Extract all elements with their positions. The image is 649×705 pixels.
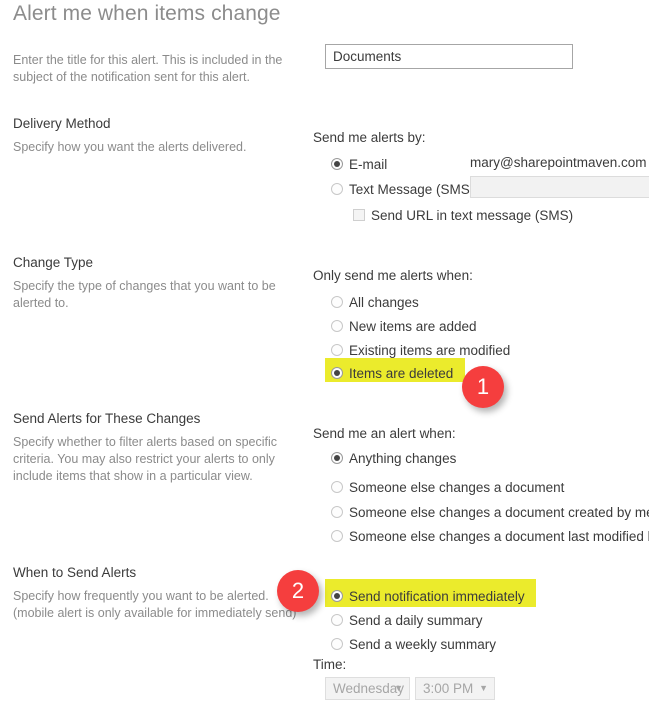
send-alerts-description: Specify whether to filter alerts based o… — [13, 435, 278, 483]
radio-someone-changes-document[interactable] — [331, 481, 343, 493]
radio-email[interactable] — [331, 158, 343, 170]
change-type-option-all-changes-label: All changes — [349, 294, 419, 310]
radio-all-changes[interactable] — [331, 296, 343, 308]
send-alerts-option-anything-changes-label: Anything changes — [349, 450, 457, 466]
when-to-send-option-immediately[interactable]: Send notification immediately — [331, 587, 525, 605]
delivery-option-sms-label: Text Message (SMS) — [349, 181, 475, 197]
alert-title-description: Enter the title for this alert. This is … — [13, 53, 283, 84]
send-alerts-option-someone-changes-doc[interactable]: Someone else changes a document — [331, 478, 564, 496]
radio-send-daily-summary[interactable] — [331, 614, 343, 626]
send-alerts-group-label: Send me an alert when: — [313, 426, 456, 441]
radio-document-last-modified-by-me[interactable] — [331, 530, 343, 542]
chevron-down-icon: ▼ — [479, 683, 488, 693]
change-type-option-existing-items[interactable]: Existing items are modified — [331, 341, 510, 359]
delivery-method-description: Specify how you want the alerts delivere… — [13, 140, 247, 154]
change-type-option-all-changes[interactable]: All changes — [331, 293, 419, 311]
delivery-method-heading: Delivery Method — [13, 116, 111, 131]
delivery-option-email-label: E-mail — [349, 156, 388, 172]
callout-badge-2-number: 2 — [291, 578, 305, 603]
delivery-option-sms[interactable]: Text Message (SMS) — [331, 180, 474, 198]
send-alerts-option-anything-changes[interactable]: Anything changes — [331, 449, 456, 467]
send-alerts-option-last-modified-by[interactable]: Someone else changes a document last mod… — [331, 527, 649, 545]
radio-text-message[interactable] — [331, 183, 343, 195]
send-alerts-heading: Send Alerts for These Changes — [13, 411, 201, 426]
send-url-checkbox-row[interactable]: Send URL in text message (SMS) — [353, 206, 573, 224]
delivery-option-email[interactable]: E-mail — [331, 155, 387, 173]
send-alerts-option-created-by-me[interactable]: Someone else changes a document created … — [331, 503, 649, 521]
time-of-day-dropdown-value: 3:00 PM — [423, 681, 474, 696]
change-type-option-items-deleted[interactable]: Items are deleted — [331, 364, 453, 382]
when-to-send-description-line1: Specify how frequently you want to be al… — [13, 589, 269, 603]
radio-send-notification-immediately[interactable] — [331, 590, 343, 602]
send-alerts-option-someone-changes-doc-label: Someone else changes a document — [349, 479, 565, 495]
send-alerts-option-last-modified-by-label: Someone else changes a document last mod… — [349, 528, 649, 544]
radio-document-created-by-me[interactable] — [331, 506, 343, 518]
when-to-send-option-daily-label: Send a daily summary — [349, 612, 483, 628]
day-of-week-dropdown[interactable]: Wednesday ▼ — [325, 677, 410, 700]
sms-number-input[interactable] — [470, 176, 649, 198]
change-type-option-existing-items-label: Existing items are modified — [349, 342, 511, 358]
delivery-method-group-label: Send me alerts by: — [313, 130, 426, 145]
change-type-heading: Change Type — [13, 255, 94, 270]
radio-existing-items-modified[interactable] — [331, 344, 343, 356]
when-to-send-heading: When to Send Alerts — [13, 565, 137, 580]
radio-send-weekly-summary[interactable] — [331, 638, 343, 650]
change-type-description: Specify the type of changes that you wan… — [13, 279, 276, 310]
checkbox-send-url[interactable] — [353, 209, 365, 221]
when-to-send-option-immediately-label: Send notification immediately — [349, 588, 525, 604]
radio-anything-changes[interactable] — [331, 452, 343, 464]
when-to-send-option-daily[interactable]: Send a daily summary — [331, 611, 483, 629]
alert-title-input[interactable] — [325, 44, 573, 69]
time-label: Time: — [313, 657, 347, 672]
callout-badge-1: 1 — [462, 366, 504, 408]
callout-badge-1-number: 1 — [476, 374, 490, 399]
when-to-send-description-line2: (mobile alert is only available for imme… — [13, 606, 297, 620]
callout-badge-2: 2 — [277, 570, 319, 612]
change-type-group-label: Only send me alerts when: — [313, 268, 473, 283]
radio-items-are-deleted[interactable] — [331, 367, 343, 379]
time-of-day-dropdown[interactable]: 3:00 PM ▼ — [415, 677, 495, 700]
email-address-value: mary@sharepointmaven.com — [470, 155, 647, 170]
page-title: Alert me when items change — [13, 2, 281, 25]
change-type-option-new-items-label: New items are added — [349, 318, 477, 334]
radio-new-items-added[interactable] — [331, 320, 343, 332]
send-url-checkbox-label: Send URL in text message (SMS) — [371, 207, 574, 223]
change-type-option-items-deleted-label: Items are deleted — [349, 365, 454, 381]
send-alerts-option-created-by-me-label: Someone else changes a document created … — [349, 504, 649, 520]
when-to-send-option-weekly-label: Send a weekly summary — [349, 636, 497, 652]
when-to-send-option-weekly[interactable]: Send a weekly summary — [331, 635, 496, 653]
chevron-down-icon: ▼ — [394, 683, 403, 693]
change-type-option-new-items[interactable]: New items are added — [331, 317, 477, 335]
